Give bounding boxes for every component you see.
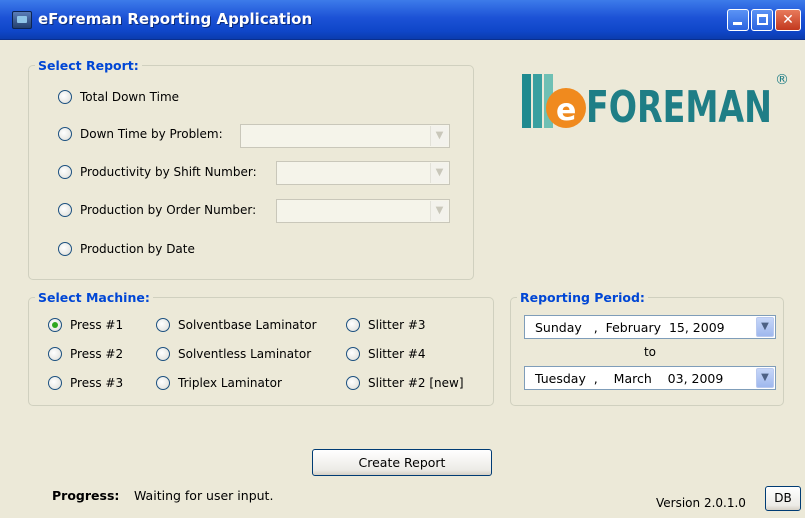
chevron-down-icon[interactable]: ▼ [430, 126, 448, 146]
radio-slitter-2-new[interactable]: Slitter #2 [new] [346, 376, 464, 390]
maximize-button[interactable] [751, 9, 773, 31]
version-label: Version 2.0.1.0 [656, 496, 746, 510]
radio-label: Solventbase Laminator [178, 318, 317, 332]
logo-e-letter: e [556, 93, 576, 128]
radio-label: Solventless Laminator [178, 347, 312, 361]
radio-solventbase-laminator[interactable]: Solventbase Laminator [156, 318, 317, 332]
select-machine-legend: Select Machine: [38, 290, 150, 305]
radio-circle[interactable] [48, 318, 62, 332]
radio-press-1[interactable]: Press #1 [48, 318, 123, 332]
radio-label: Productivity by Shift Number: [80, 165, 257, 179]
reporting-period-legend: Reporting Period: [520, 290, 645, 305]
radio-label: Press #1 [70, 318, 124, 332]
order-number-dropdown[interactable]: ▼ [276, 199, 450, 223]
radio-slitter-4[interactable]: Slitter #4 [346, 347, 426, 361]
radio-label: Down Time by Problem: [80, 127, 223, 141]
radio-triplex-laminator[interactable]: Triplex Laminator [156, 376, 282, 390]
radio-label: Total Down Time [80, 90, 180, 104]
shift-number-dropdown[interactable]: ▼ [276, 161, 450, 185]
radio-circle[interactable] [346, 347, 360, 361]
chevron-down-icon[interactable]: ▼ [756, 317, 774, 337]
radio-label: Slitter #2 [new] [368, 376, 464, 390]
radio-circle[interactable] [48, 376, 62, 390]
end-date-value: Tuesday , March 03, 2009 [535, 371, 724, 386]
radio-circle[interactable] [156, 318, 170, 332]
radio-label: Triplex Laminator [178, 376, 282, 390]
problem-dropdown[interactable]: ▼ [240, 124, 450, 148]
maximize-icon [757, 14, 768, 25]
radio-production-by-date[interactable]: Production by Date [58, 242, 195, 256]
radio-press-3[interactable]: Press #3 [48, 376, 123, 390]
minimize-button[interactable] [727, 9, 749, 31]
create-report-button[interactable]: Create Report [312, 449, 492, 476]
radio-circle[interactable] [156, 347, 170, 361]
minimize-icon [733, 22, 742, 25]
window-title: eForeman Reporting Application [38, 10, 313, 28]
radio-circle[interactable] [58, 165, 72, 179]
radio-label: Slitter #3 [368, 318, 426, 332]
radio-circle[interactable] [58, 127, 72, 141]
radio-press-2[interactable]: Press #2 [48, 347, 123, 361]
radio-label: Slitter #4 [368, 347, 426, 361]
radio-circle[interactable] [58, 242, 72, 256]
start-date-value: Sunday , February 15, 2009 [535, 320, 725, 335]
logo-mark [522, 74, 586, 128]
close-icon: ✕ [782, 12, 794, 28]
radio-slitter-3[interactable]: Slitter #3 [346, 318, 426, 332]
radio-productivity-by-shift[interactable]: Productivity by Shift Number: [58, 165, 257, 179]
to-label: to [643, 345, 657, 359]
radio-circle[interactable] [58, 203, 72, 217]
close-button[interactable]: ✕ [775, 9, 801, 31]
end-date-picker[interactable]: Tuesday , March 03, 2009 ▼ [524, 366, 776, 390]
radio-total-down-time[interactable]: Total Down Time [58, 90, 179, 104]
radio-label: Press #2 [70, 347, 124, 361]
radio-circle[interactable] [58, 90, 72, 104]
radio-circle[interactable] [48, 347, 62, 361]
eforeman-logo: e FOREMAN ® [522, 72, 789, 133]
radio-circle[interactable] [156, 376, 170, 390]
start-date-picker[interactable]: Sunday , February 15, 2009 ▼ [524, 315, 776, 339]
radio-solventless-laminator[interactable]: Solventless Laminator [156, 347, 311, 361]
radio-label: Press #3 [70, 376, 124, 390]
logo-registered-mark: ® [775, 72, 789, 88]
chevron-down-icon[interactable]: ▼ [430, 163, 448, 183]
radio-label: Production by Date [80, 242, 195, 256]
logo-text: FOREMAN [586, 82, 772, 133]
radio-production-by-order[interactable]: Production by Order Number: [58, 203, 256, 217]
radio-down-time-by-problem[interactable]: Down Time by Problem: [58, 127, 223, 141]
title-bar: eForeman Reporting Application ✕ [0, 0, 805, 40]
progress-status-text: Waiting for user input. [134, 488, 274, 503]
progress-label: Progress: [52, 488, 120, 503]
radio-circle[interactable] [346, 318, 360, 332]
select-report-legend: Select Report: [38, 58, 139, 73]
chevron-down-icon[interactable]: ▼ [756, 368, 774, 388]
chevron-down-icon[interactable]: ▼ [430, 201, 448, 221]
radio-circle[interactable] [346, 376, 360, 390]
app-icon [12, 11, 32, 29]
db-button[interactable]: DB [765, 486, 801, 511]
radio-label: Production by Order Number: [80, 203, 257, 217]
